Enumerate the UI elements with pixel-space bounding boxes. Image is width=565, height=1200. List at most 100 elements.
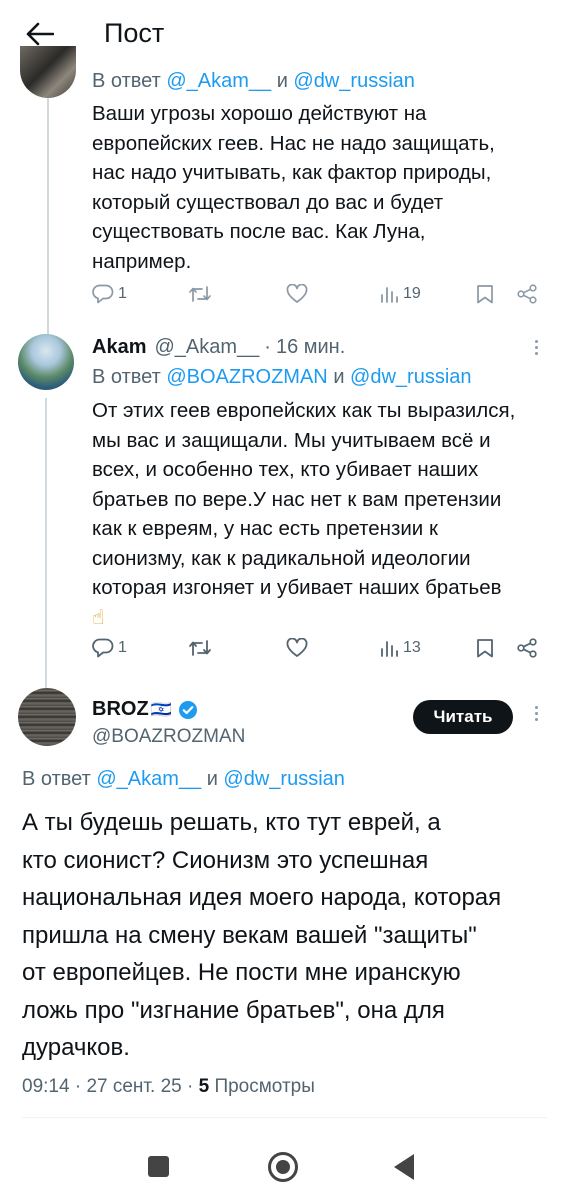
mention-link[interactable]: @dw_russian bbox=[223, 768, 344, 790]
text-line: пришла на смену векам вашей "защиты" bbox=[22, 921, 477, 949]
views-icon bbox=[381, 641, 398, 657]
text-line: кто сионист? Сионизм это успешная bbox=[22, 846, 429, 874]
more-options-icon[interactable] bbox=[533, 706, 539, 724]
reply-prefix: В ответ bbox=[92, 366, 161, 388]
author-name[interactable]: Akam bbox=[92, 336, 146, 359]
author-name[interactable]: BROZ bbox=[92, 698, 149, 721]
reply-button[interactable]: 1 bbox=[92, 284, 127, 304]
avatar[interactable] bbox=[18, 334, 74, 390]
follow-button[interactable]: Читать bbox=[413, 700, 513, 734]
author-handle[interactable]: @BOAZROZMAN bbox=[92, 726, 245, 748]
retweet-button[interactable] bbox=[188, 284, 212, 304]
text-line: От этих геев европейских как ты выразилс… bbox=[92, 399, 516, 422]
views-icon bbox=[381, 287, 398, 303]
more-options-icon[interactable] bbox=[533, 340, 539, 358]
pointing-up-emoji: ☝ bbox=[92, 605, 105, 629]
text-line: мы вас и защищали. Мы учитываем всё и bbox=[92, 428, 491, 452]
like-button[interactable] bbox=[286, 284, 308, 304]
share-button[interactable] bbox=[516, 284, 538, 304]
bookmark-icon bbox=[477, 285, 493, 304]
author-row: BROZ 🇮🇱 bbox=[92, 698, 198, 721]
tweet-text: От этих геев европейских как ты выразилс… bbox=[92, 396, 554, 632]
post-time[interactable]: 09:14 bbox=[22, 1076, 70, 1097]
page-title: Пост bbox=[104, 18, 165, 48]
mention-link[interactable]: @dw_russian bbox=[350, 366, 471, 388]
bookmark-button[interactable] bbox=[476, 638, 494, 658]
conjunction: и bbox=[276, 70, 288, 92]
conjunction: и bbox=[333, 366, 345, 388]
retweet-icon bbox=[189, 286, 211, 302]
avatar[interactable] bbox=[18, 688, 76, 746]
post-date[interactable]: 27 сент. 25 bbox=[86, 1076, 181, 1097]
share-icon bbox=[517, 284, 537, 304]
avatar[interactable] bbox=[20, 46, 76, 98]
heart-icon bbox=[286, 284, 308, 303]
heart-icon bbox=[286, 638, 308, 657]
reply-prefix: В ответ bbox=[92, 70, 161, 92]
home-icon[interactable] bbox=[268, 1152, 298, 1182]
text-line: как к евреям, у нас есть претензии к bbox=[92, 517, 438, 540]
text-line: Ваши угрозы хорошо действуют на bbox=[92, 102, 427, 125]
text-line: дурачков. bbox=[22, 1034, 130, 1061]
bookmark-button[interactable] bbox=[476, 284, 494, 304]
like-button[interactable] bbox=[286, 638, 308, 658]
views-count: 5 bbox=[198, 1076, 210, 1097]
text-line: сионизму, как к радикальной идеологии bbox=[92, 546, 471, 570]
separator-dot: · bbox=[264, 336, 271, 358]
text-line: нас надо учитывать, как фактор природы, bbox=[92, 161, 492, 184]
reply-icon bbox=[92, 284, 114, 304]
mention-link[interactable]: @dw_russian bbox=[293, 70, 414, 92]
text-line: национальная идея моего народа, которая bbox=[22, 884, 502, 911]
share-button[interactable] bbox=[516, 638, 538, 658]
text-line: европейских геев. Нас не надо защищать, bbox=[92, 131, 495, 155]
reply-count: 1 bbox=[118, 285, 127, 302]
retweet-button[interactable] bbox=[188, 638, 212, 658]
top-app-bar: Пост bbox=[0, 0, 565, 70]
text-line: который существовал до вас и будет bbox=[92, 190, 444, 214]
view-count: 19 bbox=[403, 285, 421, 302]
recent-apps-icon[interactable] bbox=[148, 1156, 169, 1177]
views-button[interactable]: 19 bbox=[379, 284, 421, 304]
text-line: А ты будешь решать, кто тут еврей, а bbox=[22, 809, 441, 836]
views-button[interactable]: 13 bbox=[379, 638, 421, 658]
reply-count: 1 bbox=[118, 639, 127, 656]
reply-button[interactable]: 1 bbox=[92, 638, 127, 658]
system-nav-bar bbox=[0, 1128, 565, 1200]
separator-dot: · bbox=[186, 1076, 199, 1097]
timestamp[interactable]: 16 мин. bbox=[276, 336, 345, 359]
main-tweet-text: А ты будешь решать, кто тут еврей, а кто… bbox=[22, 804, 542, 1067]
share-icon bbox=[517, 638, 537, 658]
thread-line bbox=[45, 398, 47, 690]
text-line: всех, и особенно тех, кто убивает наших bbox=[92, 458, 479, 481]
view-count: 13 bbox=[403, 639, 421, 656]
tweet-actions: 1 19 bbox=[92, 284, 552, 312]
reply-context: В ответ @_Akam__ и @dw_russian bbox=[92, 70, 415, 93]
bookmark-icon bbox=[477, 639, 493, 658]
tweet-actions: 1 13 bbox=[92, 638, 552, 666]
israel-flag-emoji: 🇮🇱 bbox=[150, 699, 172, 719]
tweet-meta: 09:14 · 27 сент. 25 · 5 Просмотры bbox=[22, 1076, 315, 1098]
divider bbox=[22, 1117, 547, 1118]
author-row: Akam @_Akam__ · 16 мин. bbox=[92, 336, 345, 359]
author-handle[interactable]: @_Akam__ bbox=[154, 336, 259, 359]
text-line: от европейцев. Не пости мне иранскую bbox=[22, 959, 461, 986]
tweet-text: Ваши угрозы хорошо действуют на европейс… bbox=[92, 99, 542, 276]
mention-link[interactable]: @BOAZROZMAN bbox=[166, 366, 327, 388]
text-line: братьев по вере.У нас нет к вам претензи… bbox=[92, 487, 502, 511]
retweet-icon bbox=[189, 640, 211, 656]
reply-prefix: В ответ bbox=[22, 768, 91, 790]
mention-link[interactable]: @_Akam__ bbox=[96, 768, 201, 790]
views-label: Просмотры bbox=[214, 1076, 315, 1097]
separator-dot: · bbox=[74, 1076, 87, 1097]
mention-link[interactable]: @_Akam__ bbox=[166, 70, 271, 92]
reply-icon bbox=[92, 638, 114, 658]
conjunction: и bbox=[206, 768, 218, 790]
text-line: ложь про "изгнание братьев", она для bbox=[22, 996, 445, 1024]
verified-badge-icon bbox=[178, 700, 198, 720]
thread-line bbox=[47, 98, 49, 334]
back-icon[interactable] bbox=[394, 1154, 414, 1180]
text-line: например. bbox=[92, 249, 192, 273]
text-line: существовать после вас. Как Луна, bbox=[92, 220, 426, 243]
reply-context: В ответ @BOAZROZMAN и @dw_russian bbox=[92, 366, 472, 389]
text-line: которая изгоняет и убивает наших братьев bbox=[92, 576, 502, 599]
